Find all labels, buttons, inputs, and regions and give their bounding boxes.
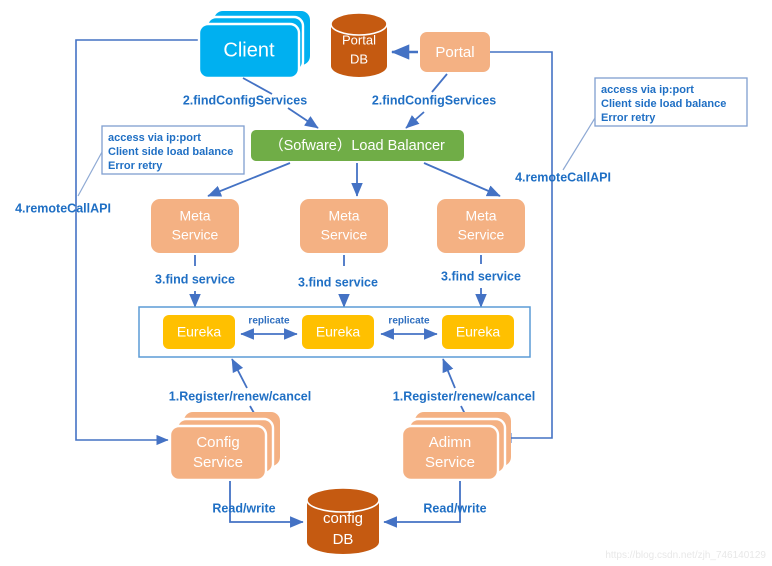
node-eureka-1-label: Eureka	[177, 324, 222, 340]
edge-admin-service-register-seg2	[442, 358, 456, 389]
node-meta-service-3-label-1: Meta	[465, 208, 496, 224]
node-portal-db: Portal DB	[330, 12, 388, 77]
edge-label-find-config-services-left: 2.findConfigServices	[183, 93, 307, 107]
node-eureka-1: Eureka	[163, 315, 235, 349]
note-right: access via ip:port Client side load bala…	[594, 77, 748, 127]
edge-lb-to-meta-3	[423, 162, 501, 197]
node-load-balancer-label: （Sofware）Load Balancer	[269, 137, 445, 154]
node-portal: Portal	[420, 32, 490, 72]
node-admin-service-label-1: Adimn	[429, 434, 472, 451]
edge-label-find-service-2: 3.find service	[298, 275, 378, 289]
note-left-line-3: Error retry	[108, 160, 163, 172]
node-config-db: config DB	[306, 487, 380, 554]
edge-label-register-right: 1.Register/renew/cancel	[393, 389, 535, 403]
edge-label-replicate-left: replicate	[248, 316, 290, 327]
note-right-line-2: Client side load balance	[601, 98, 726, 110]
node-portal-label: Portal	[435, 44, 474, 61]
node-eureka-2-label: Eureka	[316, 324, 361, 340]
note-right-line-1: access via ip:port	[601, 84, 694, 96]
edge-label-read-write-right: Read/write	[423, 501, 486, 515]
node-admin-service: Adimn Service	[400, 412, 511, 482]
edge-label-register-left: 1.Register/renew/cancel	[169, 389, 311, 403]
node-client-label: Client	[223, 39, 275, 61]
note-left: access via ip:port Client side load bala…	[101, 125, 245, 175]
node-eureka-3-label: Eureka	[456, 324, 501, 340]
edge-label-remote-call-api-right: 4.remoteCallAPI	[515, 170, 611, 184]
edge-portal-to-lb-seg1	[431, 73, 448, 93]
node-config-service-label-1: Config	[196, 434, 239, 451]
edge-label-find-config-services-right: 2.findConfigServices	[372, 93, 496, 107]
edge-client-to-lb-seg1	[242, 77, 273, 95]
edge-label-read-write-left: Read/write	[212, 501, 275, 515]
edge-label-remote-call-api-left: 4.remoteCallAPI	[15, 201, 111, 215]
node-eureka-3: Eureka	[442, 315, 514, 349]
edge-label-find-service-3: 3.find service	[441, 269, 521, 283]
node-meta-service-2-label-2: Service	[321, 227, 368, 243]
node-config-service-label-2: Service	[193, 454, 243, 471]
node-eureka-2: Eureka	[302, 315, 374, 349]
architecture-diagram: Client Portal DB Portal 2.findConfigServ…	[0, 0, 772, 566]
node-meta-service-1-label-1: Meta	[179, 208, 210, 224]
node-meta-service-1-label-2: Service	[172, 227, 219, 243]
node-meta-service-2: Meta Service	[300, 199, 388, 253]
edge-label-find-service-1: 3.find service	[155, 272, 235, 286]
node-config-db-label-2: DB	[333, 531, 354, 548]
note-left-leader	[77, 151, 103, 197]
node-meta-service-1: Meta Service	[151, 199, 239, 253]
node-config-db-label-1: config	[323, 510, 363, 527]
note-right-leader	[562, 117, 596, 171]
node-config-service: Config Service	[168, 412, 280, 482]
note-left-line-1: access via ip:port	[108, 132, 201, 144]
node-meta-service-3: Meta Service	[437, 199, 525, 253]
node-admin-service-label-2: Service	[425, 454, 475, 471]
node-meta-service-3-label-2: Service	[458, 227, 505, 243]
note-left-line-2: Client side load balance	[108, 146, 233, 158]
note-right-line-3: Error retry	[601, 112, 656, 124]
node-portal-db-label-2: DB	[350, 51, 368, 66]
edge-client-to-lb-seg2	[287, 107, 319, 129]
edge-label-replicate-right: replicate	[388, 316, 430, 327]
edge-config-service-register-seg2	[231, 358, 248, 389]
node-client: Client	[197, 11, 310, 80]
edge-portal-to-lb-seg2	[405, 111, 425, 129]
node-meta-service-2-label-1: Meta	[328, 208, 359, 224]
node-load-balancer: （Sofware）Load Balancer	[251, 130, 464, 161]
node-portal-db-label-1: Portal	[342, 32, 376, 47]
watermark-text: https://blog.csdn.net/zjh_746140129	[605, 550, 766, 561]
